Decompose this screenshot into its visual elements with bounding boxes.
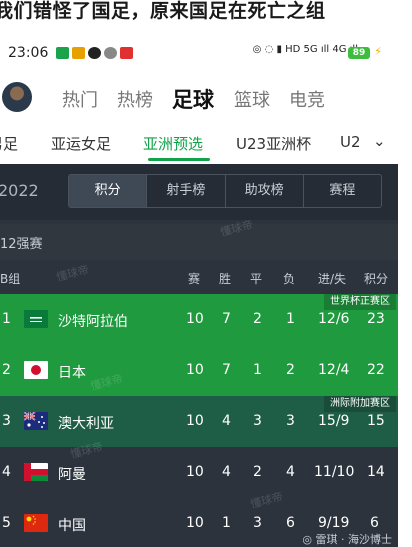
japan-flag-icon [24,361,48,379]
segment-standings[interactable]: 积分 [69,175,148,207]
segment-top-assists[interactable]: 助攻榜 [226,175,304,207]
segment-schedule[interactable]: 赛程 [304,175,381,207]
header-lost: 负 [283,272,296,286]
article-headline: 我们错怪了国足，原来国足在死亡之组 [0,0,412,34]
team-name: 中国 [58,518,86,534]
subtab-asian-games-women[interactable]: 亚运女足 [51,133,111,154]
chevron-down-icon[interactable]: ⌄ [373,132,386,150]
group-label: B组 [0,272,21,286]
sub-tabs: 男足 亚运女足 亚洲预选 U23亚洲杯 U2 ⌄ [0,125,412,163]
lost: 6 [286,515,295,531]
team-name: 澳大利亚 [58,416,114,432]
tab-esports[interactable]: 电竞 [289,86,325,112]
subtab-u23-asian-cup[interactable]: U23亚洲杯 [236,133,311,154]
news-app-icon [120,47,133,59]
played: 10 [186,362,204,378]
zone-label-world-cup: 世界杯正赛区 [324,294,396,310]
rank: 3 [2,413,11,429]
won: 7 [222,362,231,378]
segment-top-scorers[interactable]: 射手榜 [147,175,226,207]
tab-trending[interactable]: 热榜 [117,86,153,112]
subtab-u2[interactable]: U2 [340,133,361,151]
lost: 2 [286,362,295,378]
goals: 15/9 [318,413,350,429]
drawn: 3 [253,515,262,531]
subtab-men-football[interactable]: 男足 [0,133,18,154]
played: 10 [186,311,204,327]
points: 15 [367,413,385,429]
played: 10 [186,464,204,480]
australia-flag-icon [24,412,48,430]
points: 23 [367,311,385,327]
goals: 11/10 [314,464,355,480]
header-drawn: 平 [250,272,263,286]
charging-icon: ⚡ [374,45,382,58]
active-tab-indicator [148,158,210,161]
played: 10 [186,413,204,429]
top-nav: 热门 热榜 足球 篮球 电竞 [0,78,412,118]
goals: 9/19 [318,515,350,531]
avatar[interactable] [2,82,32,112]
lost: 1 [286,311,295,327]
lost: 4 [286,464,295,480]
wechat-icon [56,47,69,59]
team-name: 沙特阿拉伯 [58,314,128,330]
zone-label-playoff: 洲际附加赛区 [324,396,396,412]
points: 6 [370,515,379,531]
rank: 1 [2,311,11,327]
oman-flag-icon [24,463,48,481]
header-played: 赛 [188,272,201,286]
segment-row: 2022 积分 射手榜 助攻榜 赛程 [0,164,398,220]
header-points: 积分 [364,272,389,286]
tab-hot[interactable]: 热门 [62,86,98,112]
drawn: 2 [253,464,262,480]
drawn: 2 [253,311,262,327]
battery-indicator: 89 [348,47,370,59]
table-row[interactable]: 世界杯正赛区 1 沙特阿拉伯 10 7 2 1 12/6 23 [0,294,398,345]
rank: 2 [2,362,11,378]
drawn: 3 [253,413,262,429]
team-name: 阿曼 [58,467,86,483]
table-row[interactable]: 4 阿曼 10 4 2 4 11/10 14 [0,447,398,498]
header-goals: 进/失 [318,272,347,286]
segmented-control: 积分 射手榜 助攻榜 赛程 [68,174,382,208]
goals: 12/4 [318,362,350,378]
status-time: 23:06 [8,45,49,61]
standings-panel: 2022 积分 射手榜 助攻榜 赛程 12强赛 B组 赛 胜 平 负 进/失 积… [0,164,398,547]
header-won: 胜 [219,272,232,286]
china-flag-icon [24,514,48,532]
app-icon [88,47,101,59]
compass-icon [104,47,117,59]
goals: 12/6 [318,311,350,327]
lost: 3 [286,413,295,429]
played: 10 [186,515,204,531]
footer-attribution: ◎ 雷琪 · 海沙博士 [302,533,392,546]
rank: 4 [2,464,11,480]
table-row[interactable]: 洲际附加赛区 3 澳大利亚 10 4 3 3 15/9 15 [0,396,398,447]
rank: 5 [2,515,11,531]
drawn: 1 [253,362,262,378]
status-bar: 23:06 ◎ ◌ ▮ HD 5G ıll 4G ıll 89 ⚡ [0,38,412,68]
subtab-asia-qualifiers[interactable]: 亚洲预选 [143,133,203,154]
saudi-arabia-flag-icon [24,310,48,328]
won: 4 [222,464,231,480]
table-row[interactable]: 2 日本 10 7 1 2 12/4 22 [0,345,398,396]
tab-basketball[interactable]: 篮球 [234,86,270,112]
tab-football[interactable]: 足球 [172,84,214,114]
season-selector[interactable]: 2022 [0,181,39,200]
stage-header: 12强赛 [0,224,398,260]
points: 22 [367,362,385,378]
won: 4 [222,413,231,429]
headline-text: 我们错怪了国足，原来国足在死亡之组 [0,0,326,22]
points: 14 [367,464,385,480]
download-icon [72,47,85,59]
won: 1 [222,515,231,531]
signal-indicators: ◎ ◌ ▮ HD 5G ıll 4G ıll [252,44,358,55]
team-name: 日本 [58,365,86,381]
stage-label: 12强赛 [0,237,43,252]
won: 7 [222,311,231,327]
